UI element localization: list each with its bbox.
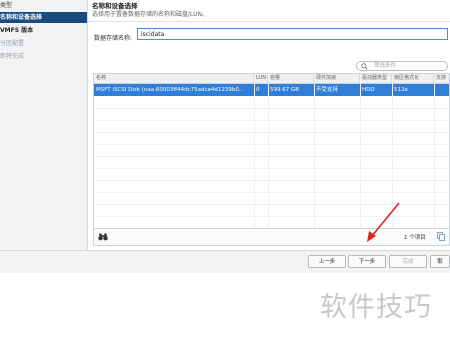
col-divider [434, 83, 435, 228]
nav-item-ready[interactable]: 即将完成 [0, 51, 87, 62]
filter-input[interactable]: 筛选条件 [356, 61, 448, 71]
nav-item-type[interactable]: 类型 [0, 0, 87, 11]
row-divider [94, 108, 449, 109]
page-subtitle: 选择用于置备数据存储的名称和磁盘/LUN。 [92, 11, 208, 18]
col-header-drive-type[interactable]: 驱动器类型 [360, 74, 392, 83]
datastore-name-input[interactable] [137, 28, 448, 40]
col-header-sector-format[interactable]: 扇区格式化 [392, 74, 434, 83]
cell-capacity: 599.67 GB [270, 87, 300, 93]
row-divider [94, 168, 449, 169]
device-table: 名称 LUN 容量 硬件加速 驱动器类型 扇区格式化 支持 MSFT iSCSI… [93, 73, 450, 246]
cell-hw-accel: 不受支持 [316, 87, 339, 93]
cell-sector-format: 512e [394, 87, 408, 93]
nav-item-vmfs-version[interactable]: VMFS 版本 [0, 25, 87, 36]
col-header-capacity[interactable]: 容量 [268, 74, 314, 83]
nav-item-label: 分区配置 [0, 40, 25, 47]
cell-lun: 0 [256, 87, 260, 93]
back-button[interactable]: 上一步 [308, 255, 346, 268]
header-divider [88, 21, 450, 22]
cancel-button[interactable]: 取 [430, 255, 450, 268]
col-header-hw-accel[interactable]: 硬件加速 [314, 74, 360, 83]
datastore-name-label: 数据存储名称: [94, 35, 133, 42]
binoculars-icon[interactable] [98, 233, 108, 241]
row-divider [94, 192, 449, 193]
next-button[interactable]: 下一步 [348, 255, 386, 268]
row-divider [94, 144, 449, 145]
col-divider [392, 83, 393, 228]
col-divider [314, 83, 315, 228]
nav-item-label: 名称和设备选择 [0, 14, 43, 21]
table-footer: 1 个项目 [94, 228, 449, 245]
table-row[interactable]: MSFT iSCSI Disk (naa.60003ff44dc75adca4d… [94, 84, 449, 96]
wizard-footer: 上一步 下一步 完成 取 [0, 250, 450, 273]
nav-item-label: 即将完成 [0, 53, 25, 60]
filter-placeholder: 筛选条件 [374, 63, 397, 69]
row-divider [94, 180, 449, 181]
col-divider [254, 83, 255, 228]
search-icon [361, 63, 368, 70]
nav-item-partition[interactable]: 分区配置 [0, 38, 87, 49]
watermark: 软件技巧 [320, 292, 432, 323]
col-divider [360, 83, 361, 228]
col-divider [268, 83, 269, 228]
copy-icon[interactable] [437, 232, 445, 241]
row-divider [94, 204, 449, 205]
table-header: 名称 LUN 容量 硬件加速 驱动器类型 扇区格式化 支持 [94, 74, 449, 84]
cell-drive-type: HDD [362, 87, 375, 93]
nav-item-name-device[interactable]: 名称和设备选择 [0, 12, 87, 23]
row-divider [94, 156, 449, 157]
wizard-nav: 类型 名称和设备选择 VMFS 版本 分区配置 即将完成 [0, 0, 88, 250]
row-divider [94, 216, 449, 217]
col-header-name[interactable]: 名称 [94, 74, 254, 83]
cell-name: MSFT iSCSI Disk (naa.60003ff44dc75adca4d… [96, 87, 245, 93]
new-datastore-dialog: 类型 名称和设备选择 VMFS 版本 分区配置 即将完成 名称和设备选择 选择用… [0, 0, 450, 273]
finish-button[interactable]: 完成 [389, 255, 427, 268]
cell-support [434, 84, 449, 96]
row-divider [94, 120, 449, 121]
col-header-support[interactable]: 支持 [434, 74, 449, 83]
row-divider [94, 132, 449, 133]
col-header-lun[interactable]: LUN [254, 74, 268, 83]
item-count: 1 个项目 [404, 235, 426, 241]
wizard-content: 名称和设备选择 选择用于置备数据存储的名称和磁盘/LUN。 数据存储名称: 筛选… [88, 0, 450, 250]
nav-item-label: 类型 [0, 2, 13, 9]
nav-item-label: VMFS 版本 [0, 27, 34, 34]
